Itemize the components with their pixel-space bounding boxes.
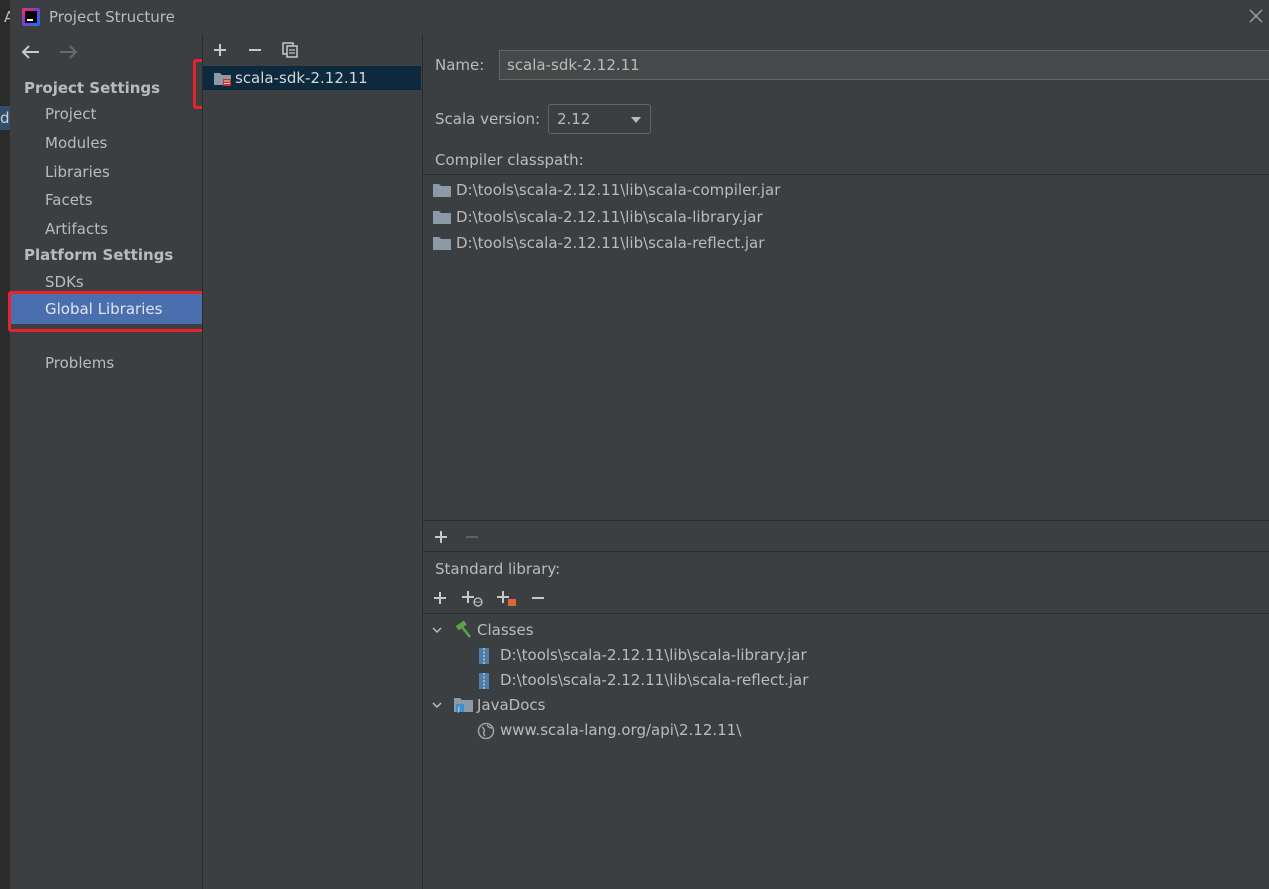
window-title: Project Structure xyxy=(49,8,175,26)
classpath-toolbar xyxy=(423,520,1269,552)
sidebar-item-artifacts[interactable]: Artifacts xyxy=(45,220,108,238)
library-toolbar xyxy=(211,40,311,60)
close-icon[interactable] xyxy=(1247,7,1265,25)
add-url-icon[interactable] xyxy=(460,589,484,607)
standard-library-toolbar xyxy=(431,588,559,610)
project-settings-title: Project Settings xyxy=(24,79,161,97)
tree-node-classes[interactable]: Classes xyxy=(431,618,831,642)
sidebar-item-facets[interactable]: Facets xyxy=(45,191,93,209)
library-item-label: scala-sdk-2.12.11 xyxy=(235,69,368,87)
sidebar-item-problems[interactable]: Problems xyxy=(45,354,114,372)
tree-node-jar[interactable]: D:\tools\scala-2.12.11\lib\scala-library… xyxy=(477,643,877,667)
compiler-classpath-label: Compiler classpath: xyxy=(435,151,584,169)
platform-settings-title: Platform Settings xyxy=(24,246,174,264)
sidebar-item-sdks[interactable]: SDKs xyxy=(45,273,84,291)
sidebar-item-libraries[interactable]: Libraries xyxy=(45,163,110,181)
library-folder-icon xyxy=(214,73,231,86)
folder-icon xyxy=(433,211,451,224)
remove-icon[interactable] xyxy=(529,589,547,607)
nav-arrows xyxy=(20,42,89,66)
library-list-panel: scala-sdk-2.12.11 xyxy=(203,34,422,889)
classpath-entry: D:\tools\scala-2.12.11\lib\scala-reflect… xyxy=(456,234,765,252)
tree-node-jar[interactable]: D:\tools\scala-2.12.11\lib\scala-reflect… xyxy=(477,668,877,692)
remove-icon[interactable] xyxy=(463,528,481,546)
title-bar: Project Structure xyxy=(10,0,1269,34)
add-icon[interactable] xyxy=(431,589,449,607)
classpath-entry: D:\tools\scala-2.12.11\lib\scala-library… xyxy=(456,208,763,226)
sidebar-item-project[interactable]: Project xyxy=(45,105,96,123)
tree-node-javadocs[interactable]: J JavaDocs xyxy=(431,693,831,717)
name-input[interactable]: scala-sdk-2.12.11 xyxy=(499,50,1269,80)
add-jar-icon[interactable] xyxy=(495,589,519,607)
jar-icon xyxy=(479,673,489,689)
tree-node-url[interactable]: www.scala-lang.org/api\2.12.11\ xyxy=(477,718,877,742)
standard-library-tree[interactable]: Classes D:\tools\scala-2.12.11\lib\scala… xyxy=(423,613,1269,889)
copy-icon[interactable] xyxy=(281,41,299,59)
library-item-scala-sdk[interactable]: scala-sdk-2.12.11 xyxy=(203,66,421,90)
tree-node-label: D:\tools\scala-2.12.11\lib\scala-reflect… xyxy=(500,671,809,689)
tree-node-label: Classes xyxy=(477,621,534,639)
background-window-edge: A d xyxy=(0,0,14,889)
back-arrow-icon[interactable] xyxy=(20,42,42,62)
chevron-down-icon[interactable] xyxy=(431,624,443,636)
standard-library-label: Standard library: xyxy=(435,560,561,578)
jar-icon xyxy=(479,648,489,664)
globe-icon xyxy=(477,722,495,740)
sidebar-item-modules[interactable]: Modules xyxy=(45,134,107,152)
add-icon[interactable] xyxy=(432,528,450,546)
library-detail-panel: Name: scala-sdk-2.12.11 Scala version: 2… xyxy=(423,34,1269,889)
scala-version-value: 2.12 xyxy=(557,110,591,128)
javadocs-folder-icon: J xyxy=(454,698,473,713)
scala-version-label: Scala version: xyxy=(435,110,541,128)
remove-icon[interactable] xyxy=(246,41,264,59)
add-icon[interactable] xyxy=(211,41,229,59)
hammer-icon xyxy=(455,620,471,638)
svg-text:J: J xyxy=(457,706,460,713)
chevron-down-icon xyxy=(631,117,641,123)
classpath-entry: D:\tools\scala-2.12.11\lib\scala-compile… xyxy=(456,181,781,199)
settings-sidebar: Project Settings Project Modules Librari… xyxy=(10,34,202,889)
compiler-classpath-list[interactable]: D:\tools\scala-2.12.11\lib\scala-compile… xyxy=(423,174,1269,520)
chevron-down-icon[interactable] xyxy=(431,699,443,711)
intellij-app-icon xyxy=(22,8,40,26)
highlight-box-global-libraries xyxy=(8,291,232,332)
background-window-fragment-d: d xyxy=(0,106,10,130)
tree-node-label: www.scala-lang.org/api\2.12.11\ xyxy=(500,721,742,739)
tree-node-label: D:\tools\scala-2.12.11\lib\scala-library… xyxy=(500,646,807,664)
forward-arrow-icon[interactable] xyxy=(57,42,79,62)
name-label: Name: xyxy=(435,56,485,74)
tree-node-label: JavaDocs xyxy=(477,696,546,714)
folder-icon xyxy=(433,237,451,250)
scala-version-dropdown[interactable]: 2.12 xyxy=(548,104,651,134)
folder-icon xyxy=(433,184,451,197)
